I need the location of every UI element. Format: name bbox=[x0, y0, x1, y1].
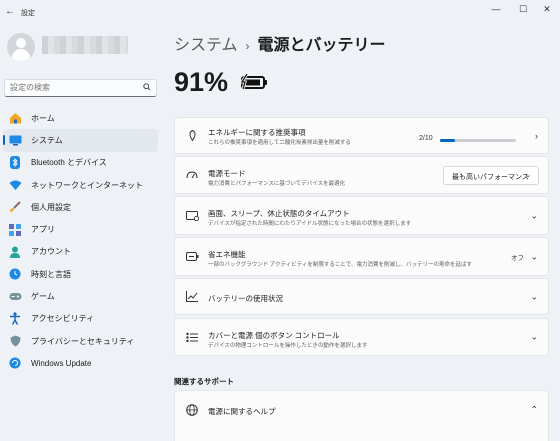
sidebar-item-label: Bluetooth とデバイス bbox=[31, 158, 107, 168]
chevron-down-icon: ⌄ bbox=[530, 251, 538, 261]
card-title: エネルギーに関する推奨事項 bbox=[208, 128, 306, 137]
energy-saver-icon bbox=[185, 250, 199, 264]
chevron-up-icon: ⌃ bbox=[530, 404, 538, 415]
card-subtitle: デバイスが指定された時間にわたりアイドル状態になった場合の状態を選択します bbox=[208, 221, 412, 227]
page-title: 電源とバッテリー bbox=[257, 37, 386, 54]
network-icon bbox=[8, 178, 22, 192]
user-name-blurred bbox=[42, 36, 128, 54]
card-title: カバーと電源 個のボタン コントロール bbox=[208, 331, 340, 340]
card-subtitle: デバイスの物理コントロールを操作したときの動作を選択します bbox=[208, 343, 368, 349]
globe-clock-icon bbox=[8, 267, 22, 281]
account-icon bbox=[8, 245, 22, 259]
sidebar-item-label: プライバシーとセキュリティ bbox=[31, 336, 135, 346]
sidebar-item-privacy-security[interactable]: プライバシーとセキュリティ bbox=[3, 330, 158, 352]
energy-recommendations-card[interactable]: エネルギーに関する推奨事項 これらの推奨事項を適用して二酸化炭素排出量を削減する… bbox=[174, 117, 549, 154]
sidebar-item-time-language[interactable]: 時刻と言語 bbox=[3, 263, 158, 285]
leaf-icon bbox=[185, 129, 199, 143]
chevron-down-icon: ⌄ bbox=[525, 172, 531, 179]
sidebar-item-accessibility[interactable]: アクセシビリティ bbox=[3, 308, 158, 330]
title-bar: ← 設定 — ☐ ✕ bbox=[0, 0, 560, 26]
sidebar-item-apps[interactable]: アプリ bbox=[3, 218, 158, 240]
bluetooth-icon bbox=[8, 156, 22, 170]
power-mode-selected-value: 最も高いパフォーマンス bbox=[452, 174, 529, 181]
sidebar-item-label: ネットワークとインターネット bbox=[31, 180, 143, 190]
chevron-down-icon: ⌄ bbox=[530, 210, 538, 220]
card-title: 電源モード bbox=[208, 169, 246, 178]
chevron-right-icon: › bbox=[535, 130, 538, 141]
card-subtitle: 電力消費とパフォーマンスに基づいてデバイスを最適化 bbox=[208, 181, 346, 187]
sidebar-item-label: システム bbox=[31, 135, 63, 145]
sidebar-item-bluetooth[interactable]: Bluetooth とデバイス bbox=[3, 152, 158, 174]
screen-sleep-timeout-card[interactable]: 画面、スリープ、休止状態のタイムアウト デバイスが指定された時間にわたりアイドル… bbox=[174, 196, 549, 235]
search-input[interactable] bbox=[10, 83, 140, 92]
sidebar-item-gaming[interactable]: ゲーム bbox=[3, 285, 158, 307]
chevron-down-icon: ⌄ bbox=[530, 291, 538, 301]
app-title: 設定 bbox=[21, 10, 35, 17]
accessibility-icon bbox=[8, 312, 22, 326]
recommendations-progress-bar bbox=[440, 139, 516, 142]
search-box[interactable] bbox=[4, 79, 157, 97]
card-title: バッテリーの使用状況 bbox=[208, 294, 283, 303]
card-title: 電源に関するヘルプ bbox=[208, 407, 276, 416]
avatar[interactable] bbox=[7, 33, 35, 61]
sidebar-item-label: アクセシビリティ bbox=[31, 314, 95, 324]
power-help-card[interactable]: 電源に関するヘルプ ⌃ bbox=[174, 390, 549, 441]
sidebar-nav: ホーム システム Bluetooth とデバイス ネットワークとインターネット … bbox=[0, 107, 160, 375]
minimize-button[interactable]: — bbox=[489, 4, 503, 14]
sidebar-item-label: 個人用設定 bbox=[31, 202, 71, 212]
energy-saver-card[interactable]: 省エネ機能 一部のバックグラウンド アクティビティを制限することで、電力消費を削… bbox=[174, 237, 549, 276]
sidebar-item-personalization[interactable]: 個人用設定 bbox=[3, 196, 158, 218]
sidebar-item-label: アカウント bbox=[31, 247, 71, 257]
globe-icon bbox=[185, 403, 199, 417]
buttons-icon bbox=[185, 330, 199, 344]
breadcrumb: システム › 電源とバッテリー bbox=[174, 31, 386, 55]
power-mode-icon bbox=[185, 168, 199, 182]
search-icon[interactable] bbox=[143, 83, 151, 93]
breadcrumb-parent[interactable]: システム bbox=[174, 37, 238, 54]
sidebar-item-label: ホーム bbox=[31, 113, 55, 123]
sidebar-item-home[interactable]: ホーム bbox=[3, 107, 158, 129]
sidebar-item-label: 時刻と言語 bbox=[31, 269, 71, 279]
sidebar-item-accounts[interactable]: アカウント bbox=[3, 241, 158, 263]
power-mode-dropdown[interactable]: 最も高いパフォーマンス ⌄ bbox=[443, 166, 539, 185]
sidebar-item-system[interactable]: システム bbox=[3, 129, 158, 152]
brush-icon bbox=[8, 200, 22, 214]
close-button[interactable]: ✕ bbox=[540, 4, 554, 15]
recommendations-progress-label: 2/10 bbox=[419, 135, 433, 142]
back-button[interactable]: ← bbox=[5, 6, 15, 17]
shield-icon bbox=[8, 334, 22, 348]
sidebar-item-network[interactable]: ネットワークとインターネット bbox=[3, 174, 158, 196]
breadcrumb-separator: › bbox=[245, 39, 250, 53]
home-icon bbox=[8, 111, 22, 125]
power-mode-card: 電源モード 電力消費とパフォーマンスに基づいてデバイスを最適化 最も高いパフォー… bbox=[174, 156, 549, 194]
usage-chart-icon bbox=[185, 290, 199, 304]
battery-charging-icon bbox=[239, 73, 268, 95]
lid-power-buttons-card[interactable]: カバーと電源 個のボタン コントロール デバイスの物理コントロールを操作したとき… bbox=[174, 318, 549, 356]
gamepad-icon bbox=[8, 290, 22, 304]
sidebar-item-label: Windows Update bbox=[31, 358, 92, 368]
sidebar-item-windows-update[interactable]: Windows Update bbox=[3, 352, 158, 374]
chevron-down-icon: ⌄ bbox=[530, 331, 538, 342]
energy-saver-status: オフ bbox=[511, 254, 524, 262]
card-title: 省エネ機能 bbox=[208, 250, 246, 259]
card-subtitle: これらの推奨事項を適用して二酸化炭素排出量を削減する bbox=[208, 140, 351, 146]
battery-usage-card[interactable]: バッテリーの使用状況 ⌄ bbox=[174, 278, 549, 315]
system-icon bbox=[8, 133, 22, 147]
apps-icon bbox=[8, 223, 22, 237]
screen-sleep-icon bbox=[185, 209, 199, 223]
card-title: 画面、スリープ、休止状態のタイムアウト bbox=[208, 209, 350, 218]
sidebar-item-label: ゲーム bbox=[31, 292, 55, 302]
related-support-heading: 関連するサポート bbox=[174, 377, 234, 386]
sidebar-item-label: アプリ bbox=[31, 225, 55, 235]
battery-percentage: 91% bbox=[174, 67, 229, 97]
maximize-button[interactable]: ☐ bbox=[516, 4, 530, 15]
card-subtitle: 一部のバックグラウンド アクティビティを制限することで、電力消費を削減し、バッテ… bbox=[208, 262, 472, 268]
update-icon bbox=[8, 356, 22, 370]
